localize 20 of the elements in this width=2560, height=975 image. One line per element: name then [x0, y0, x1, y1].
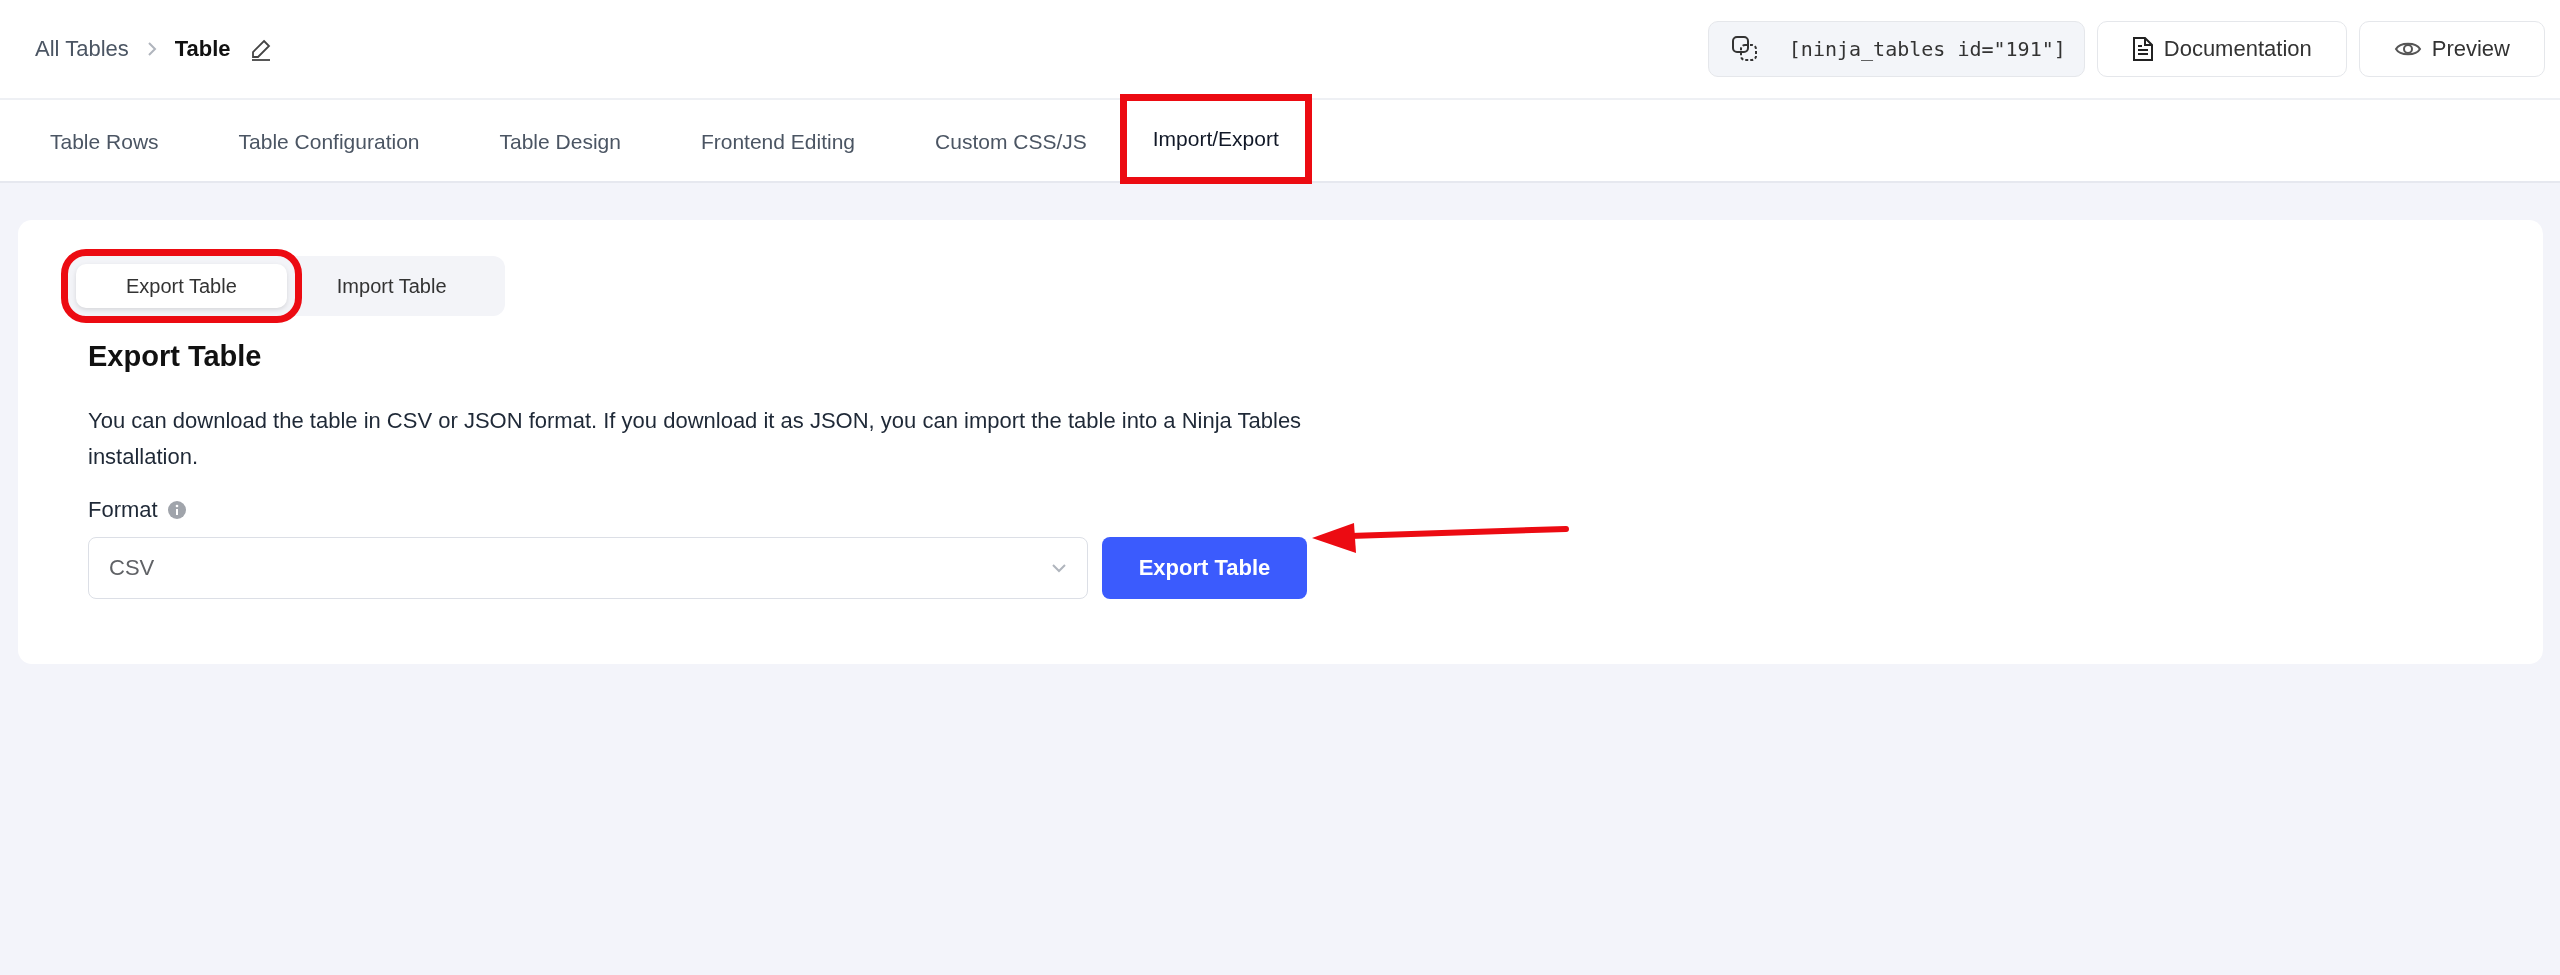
- chevron-down-icon: [1051, 563, 1067, 573]
- copy-icon: [1730, 35, 1759, 63]
- tab[interactable]: Frontend Editing: [660, 100, 896, 183]
- section-heading: Export Table: [88, 340, 263, 373]
- format-label: Format: [88, 497, 158, 523]
- breadcrumb-link[interactable]: All Tables: [35, 36, 129, 62]
- chevron-right-icon: [146, 41, 157, 57]
- table-name: Table: [174, 36, 231, 62]
- documentation-button[interactable]: Documentation: [2096, 21, 2347, 77]
- format-select[interactable]: CSV: [88, 537, 1088, 599]
- tab[interactable]: Table Design: [459, 100, 661, 183]
- tab[interactable]: Table Configuration: [198, 100, 460, 183]
- shortcode-button[interactable]: [ninja_tables id="191"]: [1707, 21, 2085, 77]
- description-text: You can download the table in CSV or JSON format. If you download it as JSON, you can import the table into a Ninja Tables installation.: [88, 407, 1303, 471]
- info-icon: [167, 501, 186, 519]
- preview-button[interactable]: Preview: [2358, 21, 2545, 77]
- segment-tab[interactable]: Import Table: [286, 264, 497, 308]
- export-table-button[interactable]: Export Table: [1102, 537, 1307, 599]
- tab[interactable]: Table Rows: [10, 100, 199, 183]
- document-icon: [2131, 36, 2154, 62]
